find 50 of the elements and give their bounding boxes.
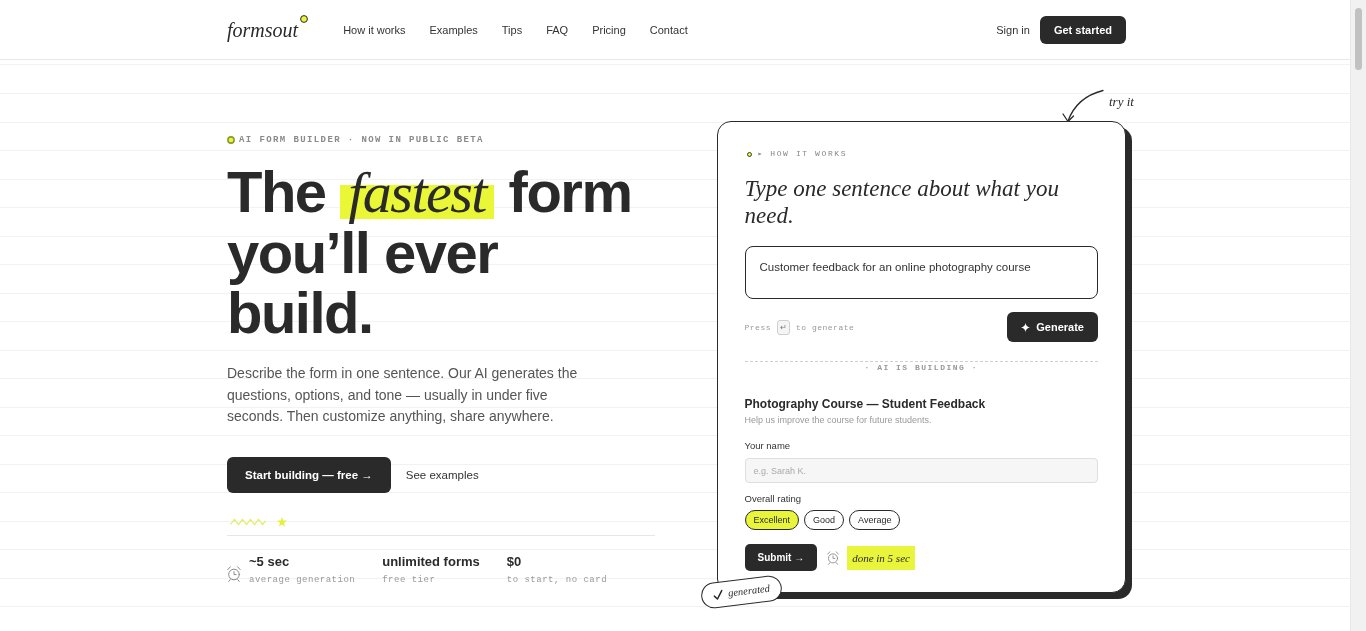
nav-link[interactable]: Pricing bbox=[592, 22, 626, 37]
generate-button[interactable]: Generate bbox=[1007, 312, 1098, 342]
submit-button[interactable]: Submit → bbox=[744, 544, 818, 571]
sticker-text: generated bbox=[727, 581, 771, 601]
sparkle-icon bbox=[1021, 322, 1031, 332]
sign-in-link[interactable]: Sign in bbox=[996, 23, 1030, 36]
alarm-clock-icon bbox=[227, 565, 241, 582]
start-building-button[interactable]: Start building — free → bbox=[227, 456, 391, 493]
stat-value: ~5 sec bbox=[249, 553, 290, 570]
rating-option[interactable]: Average bbox=[849, 510, 901, 530]
hint-text: to generate bbox=[796, 322, 855, 332]
prompt-field[interactable]: Customer feedback for an online photography course bbox=[744, 246, 1098, 299]
stat-caption: average generation bbox=[249, 573, 356, 586]
squiggle-icon bbox=[230, 517, 266, 526]
scrollbar[interactable] bbox=[1350, 0, 1366, 631]
rating-option[interactable]: Excellent bbox=[744, 510, 800, 530]
timing-note: done in 5 sec bbox=[847, 545, 915, 570]
check-icon bbox=[712, 589, 724, 601]
nav-link[interactable]: FAQ bbox=[546, 22, 569, 37]
dot-icon bbox=[227, 136, 235, 144]
stat-value: $0 bbox=[506, 553, 522, 570]
stat-caption: to start, no card bbox=[506, 573, 608, 586]
star-icon bbox=[277, 516, 287, 527]
eyebrow-label: AI FORM BUILDER · NOW IN PUBLIC BETA bbox=[239, 135, 484, 145]
nav-link[interactable]: Examples bbox=[429, 22, 478, 37]
field-label: Overall rating bbox=[744, 493, 802, 505]
description: Describe the form in one sentence. Our AI generates the questions, options, and tone — usually in under five seconds. Then customize anything, share anywhere. bbox=[227, 364, 579, 426]
scrollbar-thumb[interactable] bbox=[1355, 8, 1362, 70]
card-title: Type one sentence about what you need. bbox=[744, 175, 1060, 229]
annotation-text: try it bbox=[1109, 95, 1134, 109]
divider-label: · AI IS BUILDING · bbox=[864, 363, 978, 373]
stat-caption: free tier bbox=[382, 573, 436, 586]
see-examples-link[interactable]: See examples bbox=[405, 468, 479, 481]
form-subtitle: Help us improve the course for future students. bbox=[744, 414, 933, 426]
field-label: Your name bbox=[744, 440, 792, 452]
nav-link[interactable]: Contact bbox=[649, 22, 688, 37]
get-started-button[interactable]: Get started bbox=[1039, 15, 1126, 44]
hint-text: Press bbox=[744, 322, 771, 332]
form-title: Photography Course — Student Feedback bbox=[744, 396, 987, 412]
enter-key: ↵ bbox=[777, 319, 790, 335]
nav-link[interactable]: How it works bbox=[343, 22, 406, 37]
name-input[interactable]: e.g. Sarah K. bbox=[744, 458, 1098, 483]
stat-value: unlimited forms bbox=[382, 553, 480, 570]
eyebrow-label: ▸ HOW IT WORKS bbox=[757, 149, 848, 159]
dot-icon bbox=[746, 151, 752, 157]
rating-option[interactable]: Good bbox=[804, 510, 845, 530]
logo-text[interactable]: formsout bbox=[227, 17, 299, 42]
nav-link[interactable]: Tips bbox=[501, 22, 523, 37]
dot-icon bbox=[300, 14, 309, 23]
alarm-clock-icon bbox=[827, 550, 840, 565]
